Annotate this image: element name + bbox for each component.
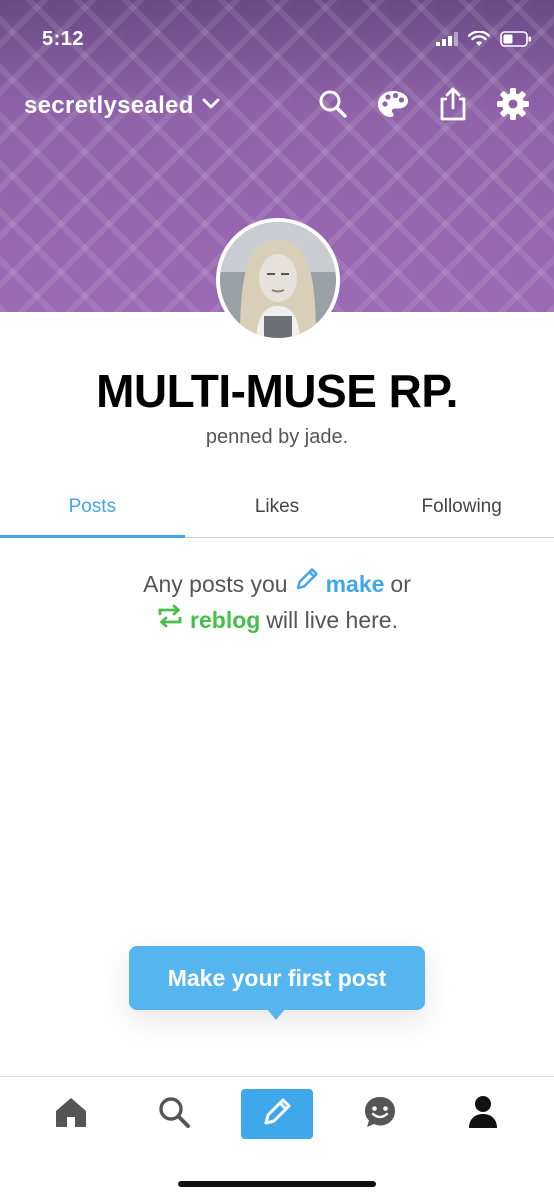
nav-account[interactable] [447,1089,519,1139]
tab-posts[interactable]: Posts [0,476,185,538]
empty-state-or: or [390,571,411,597]
settings-button[interactable] [496,87,530,125]
search-icon [318,89,348,124]
status-time: 5:12 [42,28,85,50]
status-icons [436,29,532,52]
header-actions [316,87,530,126]
search-button[interactable] [316,88,350,124]
reblog-link[interactable]: reblog [190,602,260,638]
tab-following[interactable]: Following [369,476,554,537]
make-first-post-button[interactable]: Make your first post [129,946,425,1010]
reblog-icon [156,602,184,638]
status-bar: 5:12 [0,0,554,80]
home-indicator [178,1181,376,1187]
profile-tabs: Posts Likes Following [0,476,554,538]
blog-name: secretlysealed [24,92,194,119]
home-icon [53,1095,89,1134]
nav-activity[interactable] [344,1089,416,1139]
nav-home[interactable] [35,1089,107,1139]
nav-search[interactable] [138,1089,210,1139]
customize-button[interactable] [376,88,410,124]
empty-state-line-2: reblog will live here. [0,602,554,638]
signal-icon [436,31,458,51]
blog-title: MULTI-MUSE RP. [96,365,458,417]
palette-icon [377,89,409,124]
battery-icon [500,30,532,52]
share-button[interactable] [436,87,470,126]
empty-state: Any posts you make or reblog will live h… [0,566,554,638]
empty-state-prefix: Any posts you [143,571,288,597]
avatar[interactable] [216,218,340,342]
nav-compose[interactable] [240,1089,313,1139]
gear-icon [497,87,529,125]
compose-icon [260,1095,294,1134]
make-link[interactable]: make [326,566,385,602]
wifi-icon [468,29,490,52]
empty-state-line-1: Any posts you make or [0,566,554,602]
bottom-nav-row [0,1089,554,1139]
tab-likes[interactable]: Likes [185,476,370,537]
share-icon [439,87,467,126]
tooltip-arrow [266,1008,286,1020]
blog-toolbar: secretlysealed [0,84,554,130]
pencil-icon [294,566,320,602]
blog-description: penned by jade. [205,426,349,448]
bottom-nav [0,1076,554,1200]
search-icon [157,1095,191,1134]
empty-state-suffix: will live here. [266,607,398,633]
blog-switcher[interactable]: secretlysealed [24,92,220,120]
chevron-down-icon [202,97,220,115]
activity-face-icon [362,1094,398,1135]
account-icon [468,1095,498,1134]
